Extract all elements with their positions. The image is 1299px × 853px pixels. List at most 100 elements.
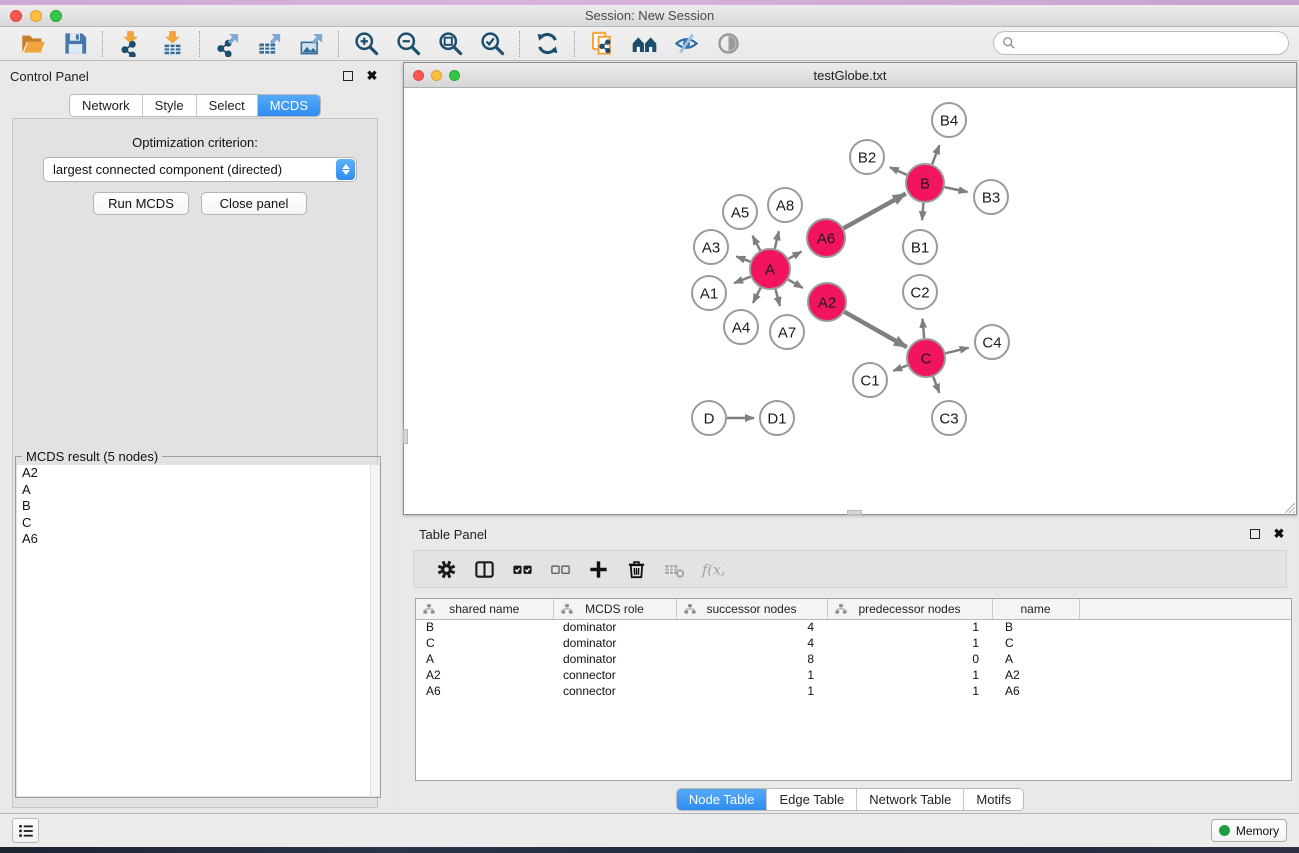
tab-motifs[interactable]: Motifs: [963, 789, 1023, 810]
first-neighbors-icon[interactable]: [581, 29, 623, 59]
tab-style[interactable]: Style: [142, 95, 196, 116]
mcds-result-item[interactable]: A6: [17, 531, 379, 548]
resize-grip-icon[interactable]: [1282, 500, 1295, 513]
zoom-in-icon[interactable]: [345, 29, 387, 59]
close-panel-button[interactable]: Close panel: [201, 192, 307, 215]
search-box[interactable]: [993, 31, 1289, 55]
delete-icon[interactable]: [618, 554, 654, 584]
graph-edge-A-A6[interactable]: [788, 252, 801, 259]
refresh-icon[interactable]: [526, 29, 568, 59]
zoom-selected-icon[interactable]: [471, 29, 513, 59]
table-row[interactable]: Adominator80A: [416, 651, 1292, 667]
select-all-icon[interactable]: [504, 554, 540, 584]
graph-node-D[interactable]: D: [692, 401, 726, 435]
mcds-result-item[interactable]: A: [17, 482, 379, 499]
mcds-result-item[interactable]: C: [17, 515, 379, 532]
splitter-handle-bottom[interactable]: [847, 510, 862, 515]
mcds-result-item[interactable]: A2: [17, 465, 379, 482]
float-panel-icon[interactable]: [340, 69, 356, 83]
add-icon[interactable]: [580, 554, 616, 584]
layout-icon[interactable]: [623, 29, 665, 59]
zoom-out-icon[interactable]: [387, 29, 429, 59]
deselect-all-icon[interactable]: [542, 554, 578, 584]
result-list-scrollbar[interactable]: [370, 465, 379, 796]
graph-node-A[interactable]: A: [750, 249, 790, 289]
graph-node-A4[interactable]: A4: [724, 310, 758, 344]
tab-mcds[interactable]: MCDS: [257, 95, 320, 116]
close-panel-icon[interactable]: ✖: [364, 69, 380, 83]
table-row[interactable]: Bdominator41B: [416, 619, 1292, 635]
graph-node-B[interactable]: B: [906, 164, 944, 202]
column-header-name[interactable]: name: [992, 599, 1079, 619]
import-table-icon[interactable]: [151, 29, 193, 59]
graph-node-B1[interactable]: B1: [903, 230, 937, 264]
graph-edge-A-A8[interactable]: [775, 231, 779, 248]
graph-edge-A-A2[interactable]: [788, 280, 803, 288]
graph-edge-C-C4[interactable]: [945, 348, 968, 354]
graph-edge-C-C1[interactable]: [893, 365, 907, 371]
graph-edge-A-A5[interactable]: [753, 236, 761, 251]
graph-edge-B-B2[interactable]: [890, 167, 907, 175]
search-input[interactable]: [1016, 33, 1288, 53]
column-header-MCDS-role[interactable]: MCDS role: [553, 599, 676, 619]
graph-edge-C-C3[interactable]: [933, 377, 939, 393]
table-float-panel-icon[interactable]: [1247, 527, 1263, 541]
graph-node-D1[interactable]: D1: [760, 401, 794, 435]
tab-select[interactable]: Select: [196, 95, 257, 116]
column-header-successor-nodes[interactable]: successor nodes: [676, 599, 827, 619]
tab-node-table[interactable]: Node Table: [677, 789, 767, 810]
mcds-result-list[interactable]: A2ABCA6: [17, 465, 379, 796]
task-history-button[interactable]: [12, 818, 39, 843]
mcds-result-item[interactable]: B: [17, 498, 379, 515]
column-header-shared-name[interactable]: shared name: [416, 599, 553, 619]
run-mcds-button[interactable]: Run MCDS: [93, 192, 189, 215]
export-table-icon[interactable]: [248, 29, 290, 59]
graph-node-A5[interactable]: A5: [723, 195, 757, 229]
graph-edge-B-B3[interactable]: [945, 187, 968, 192]
export-image-icon[interactable]: [290, 29, 332, 59]
graph-edge-B-B4[interactable]: [932, 145, 939, 164]
graph-node-C4[interactable]: C4: [975, 325, 1009, 359]
graph-node-A6[interactable]: A6: [807, 219, 845, 257]
graph-node-A2[interactable]: A2: [808, 283, 846, 321]
export-network-icon[interactable]: [206, 29, 248, 59]
table-close-panel-icon[interactable]: ✖: [1271, 527, 1287, 541]
graph-edge-B-B1[interactable]: [922, 203, 923, 220]
graph-edge-A-A1[interactable]: [734, 277, 750, 283]
graph-node-A3[interactable]: A3: [694, 230, 728, 264]
graph-edge-A6-B[interactable]: [843, 194, 905, 229]
graph-node-C2[interactable]: C2: [903, 275, 937, 309]
memory-button[interactable]: Memory: [1211, 819, 1287, 842]
graph-edge-A2-C[interactable]: [844, 312, 906, 347]
graph-node-B3[interactable]: B3: [974, 180, 1008, 214]
save-session-icon[interactable]: [54, 29, 96, 59]
graph-node-C1[interactable]: C1: [853, 363, 887, 397]
graph-edge-A-A4[interactable]: [753, 288, 761, 303]
tab-edge-table[interactable]: Edge Table: [766, 789, 856, 810]
zoom-fit-icon[interactable]: [429, 29, 471, 59]
graph-node-B2[interactable]: B2: [850, 140, 884, 174]
network-canvas[interactable]: B4 B2 B B3 A8 A5 A6 A3 B1 A C2 A1 A2 A4 A7 C4 C C1 C3 D D1: [404, 88, 1296, 514]
open-session-icon[interactable]: [12, 29, 54, 59]
graph-edge-A-A3[interactable]: [736, 256, 750, 261]
settings-icon[interactable]: [428, 554, 464, 584]
graph-edge-A-A7[interactable]: [775, 289, 779, 306]
table-row[interactable]: A6connector11A6: [416, 683, 1292, 699]
table-row[interactable]: Cdominator41C: [416, 635, 1292, 651]
import-network-icon[interactable]: [109, 29, 151, 59]
graph-node-B4[interactable]: B4: [932, 103, 966, 137]
graph-node-C3[interactable]: C3: [932, 401, 966, 435]
table-header-row[interactable]: shared nameMCDS rolesuccessor nodesprede…: [416, 599, 1292, 619]
criterion-select[interactable]: largest connected component (directed): [43, 157, 357, 182]
table-row[interactable]: A2connector11A2: [416, 667, 1292, 683]
graph-node-A7[interactable]: A7: [770, 315, 804, 349]
graph-node-A1[interactable]: A1: [692, 276, 726, 310]
columns-icon[interactable]: [466, 554, 502, 584]
tab-network[interactable]: Network: [70, 95, 142, 116]
splitter-handle-left[interactable]: [403, 429, 408, 444]
graph-node-A8[interactable]: A8: [768, 188, 802, 222]
column-header-predecessor-nodes[interactable]: predecessor nodes: [827, 599, 992, 619]
graph-node-C[interactable]: C: [907, 339, 945, 377]
graph-edge-C-C2[interactable]: [922, 319, 924, 338]
show-all-icon[interactable]: [707, 29, 749, 59]
